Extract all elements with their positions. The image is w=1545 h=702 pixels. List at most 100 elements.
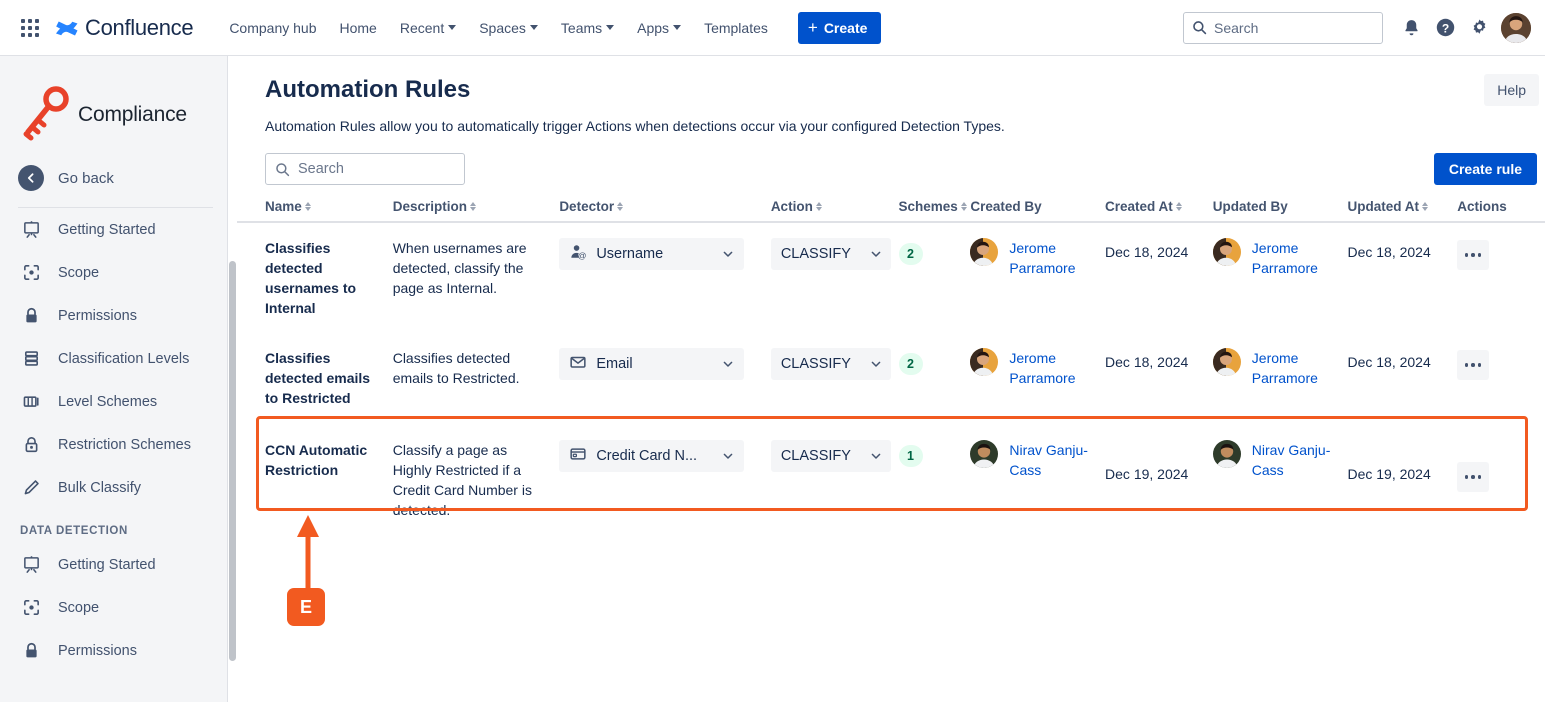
sidebar-item-scope[interactable]: Scope xyxy=(0,251,227,294)
updated-by-name[interactable]: Jerome Parramore xyxy=(1252,238,1348,278)
sidebar-item-level-schemes[interactable]: Level Schemes xyxy=(0,380,227,423)
annotation-label-e: E xyxy=(287,588,325,626)
detector-value: Email xyxy=(596,356,632,372)
search-icon xyxy=(1192,20,1207,35)
settings-gear-icon[interactable] xyxy=(1463,12,1495,44)
sidebar-item-label: Level Schemes xyxy=(58,394,157,410)
avatar xyxy=(970,238,998,266)
table-row[interactable]: Classifies detected emails to Restricted… xyxy=(237,333,1545,423)
sidebar-item-permissions[interactable]: Permissions xyxy=(0,294,227,337)
updated-at: Dec 18, 2024 xyxy=(1347,348,1457,372)
sidebar-item-detection-getting-started[interactable]: Getting Started xyxy=(0,543,227,586)
updated-by-name[interactable]: Jerome Parramore xyxy=(1252,348,1348,388)
detector-dropdown[interactable]: Email xyxy=(559,348,744,380)
rule-description: Classify a page as Highly Restricted if … xyxy=(393,440,560,520)
row-actions-menu-button[interactable] xyxy=(1457,462,1489,492)
nav-home[interactable]: Home xyxy=(329,14,386,42)
sidebar-item-detection-permissions[interactable]: Permissions xyxy=(0,629,227,672)
sidebar-scrollbar-thumb[interactable] xyxy=(229,261,236,661)
chevron-down-icon xyxy=(606,25,614,30)
profile-avatar[interactable] xyxy=(1501,13,1531,43)
column-header-action[interactable]: Action xyxy=(771,199,899,214)
rules-search-placeholder: Search xyxy=(298,161,344,177)
create-rule-button[interactable]: Create rule xyxy=(1434,153,1537,185)
action-value: CLASSIFY xyxy=(781,246,851,262)
updated-by-cell: Jerome Parramore xyxy=(1213,238,1348,278)
chevron-down-icon xyxy=(712,248,734,260)
nav-templates[interactable]: Templates xyxy=(694,14,778,42)
created-by-name[interactable]: Jerome Parramore xyxy=(1009,348,1105,388)
sidebar-item-label: Getting Started xyxy=(58,222,156,238)
sidebar-item-restriction-schemes[interactable]: Restriction Schemes xyxy=(0,423,227,466)
table-row[interactable]: CCN Automatic Restriction Classify a pag… xyxy=(237,423,1545,535)
create-button-label: Create xyxy=(824,20,868,36)
nav-recent[interactable]: Recent xyxy=(390,14,466,42)
column-header-updated-at[interactable]: Updated At xyxy=(1347,199,1457,214)
app-root: Confluence Company hub Home Recent Space… xyxy=(0,0,1545,702)
focus-target-icon xyxy=(20,262,42,284)
search-icon xyxy=(275,162,290,177)
column-header-detector[interactable]: Detector xyxy=(559,199,771,214)
row-actions-menu-button[interactable] xyxy=(1457,350,1489,380)
sidebar-item-label: Restriction Schemes xyxy=(58,437,191,453)
global-search-placeholder: Search xyxy=(1214,20,1258,36)
plus-icon: + xyxy=(808,19,818,36)
column-header-schemes[interactable]: Schemes xyxy=(899,199,971,214)
column-label: Updated By xyxy=(1213,199,1288,214)
action-value: CLASSIFY xyxy=(781,448,851,464)
nav-spaces[interactable]: Spaces xyxy=(469,14,548,42)
sidebar-item-label: Getting Started xyxy=(58,557,156,573)
sidebar-go-back-label: Go back xyxy=(58,170,114,187)
easel-icon xyxy=(20,219,42,241)
chevron-down-icon xyxy=(712,450,734,462)
column-label: Actions xyxy=(1457,199,1507,214)
easel-icon xyxy=(20,554,42,576)
chevron-down-icon xyxy=(448,25,456,30)
nav-company-hub[interactable]: Company hub xyxy=(219,14,326,42)
rule-name: CCN Automatic Restriction xyxy=(265,440,393,480)
created-by-name[interactable]: Jerome Parramore xyxy=(1009,238,1105,278)
column-header-description[interactable]: Description xyxy=(393,199,560,214)
action-dropdown[interactable]: CLASSIFY xyxy=(771,440,891,472)
create-button[interactable]: + Create xyxy=(798,12,882,44)
global-search-input[interactable]: Search xyxy=(1183,12,1383,44)
help-icon[interactable]: ? xyxy=(1429,12,1461,44)
created-at: Dec 18, 2024 xyxy=(1105,238,1213,262)
rule-description: When usernames are detected, classify th… xyxy=(393,238,560,298)
nav-apps[interactable]: Apps xyxy=(627,14,691,42)
detector-dropdown[interactable]: @ Username xyxy=(559,238,744,270)
table-row[interactable]: Classifies detected usernames to Interna… xyxy=(237,223,1545,333)
column-header-actions: Actions xyxy=(1457,199,1537,214)
sidebar-item-bulk-classify[interactable]: Bulk Classify xyxy=(0,466,227,509)
action-dropdown[interactable]: CLASSIFY xyxy=(771,238,891,270)
sidebar-item-detection-scope[interactable]: Scope xyxy=(0,586,227,629)
sort-icon xyxy=(816,202,822,211)
column-header-created-at[interactable]: Created At xyxy=(1105,199,1213,214)
nav-teams[interactable]: Teams xyxy=(551,14,624,42)
chevron-down-icon xyxy=(860,358,882,370)
main-content: Automation Rules Help Automation Rules a… xyxy=(237,56,1545,702)
created-at: Dec 19, 2024 xyxy=(1105,440,1213,484)
app-switcher-icon[interactable] xyxy=(14,12,46,44)
row-actions-menu-button[interactable] xyxy=(1457,240,1489,270)
arrow-left-icon xyxy=(18,165,44,191)
sidebar-item-classification-levels[interactable]: Classification Levels xyxy=(0,337,227,380)
sidebar-logo-text: Compliance xyxy=(78,103,187,127)
sidebar-go-back[interactable]: Go back xyxy=(0,158,227,198)
confluence-logo-link[interactable]: Confluence xyxy=(54,15,193,41)
focus-target-icon xyxy=(20,597,42,619)
column-header-name[interactable]: Name xyxy=(265,199,393,214)
column-header-created-by[interactable]: Created By xyxy=(970,199,1105,214)
detector-dropdown[interactable]: Credit Card N... xyxy=(559,440,744,472)
action-dropdown[interactable]: CLASSIFY xyxy=(771,348,891,380)
created-by-name[interactable]: Nirav Ganju-Cass xyxy=(1009,440,1105,480)
updated-by-name[interactable]: Nirav Ganju-Cass xyxy=(1252,440,1348,480)
sidebar-item-getting-started[interactable]: Getting Started xyxy=(0,208,227,251)
column-header-updated-by[interactable]: Updated By xyxy=(1213,199,1348,214)
help-button[interactable]: Help xyxy=(1484,74,1539,106)
notifications-icon[interactable] xyxy=(1395,12,1427,44)
rules-search-input[interactable]: Search xyxy=(265,153,465,185)
page-title: Automation Rules xyxy=(237,56,1545,104)
sidebar-item-label: Permissions xyxy=(58,308,137,324)
primary-nav-links: Company hub Home Recent Spaces Teams App… xyxy=(219,14,778,42)
